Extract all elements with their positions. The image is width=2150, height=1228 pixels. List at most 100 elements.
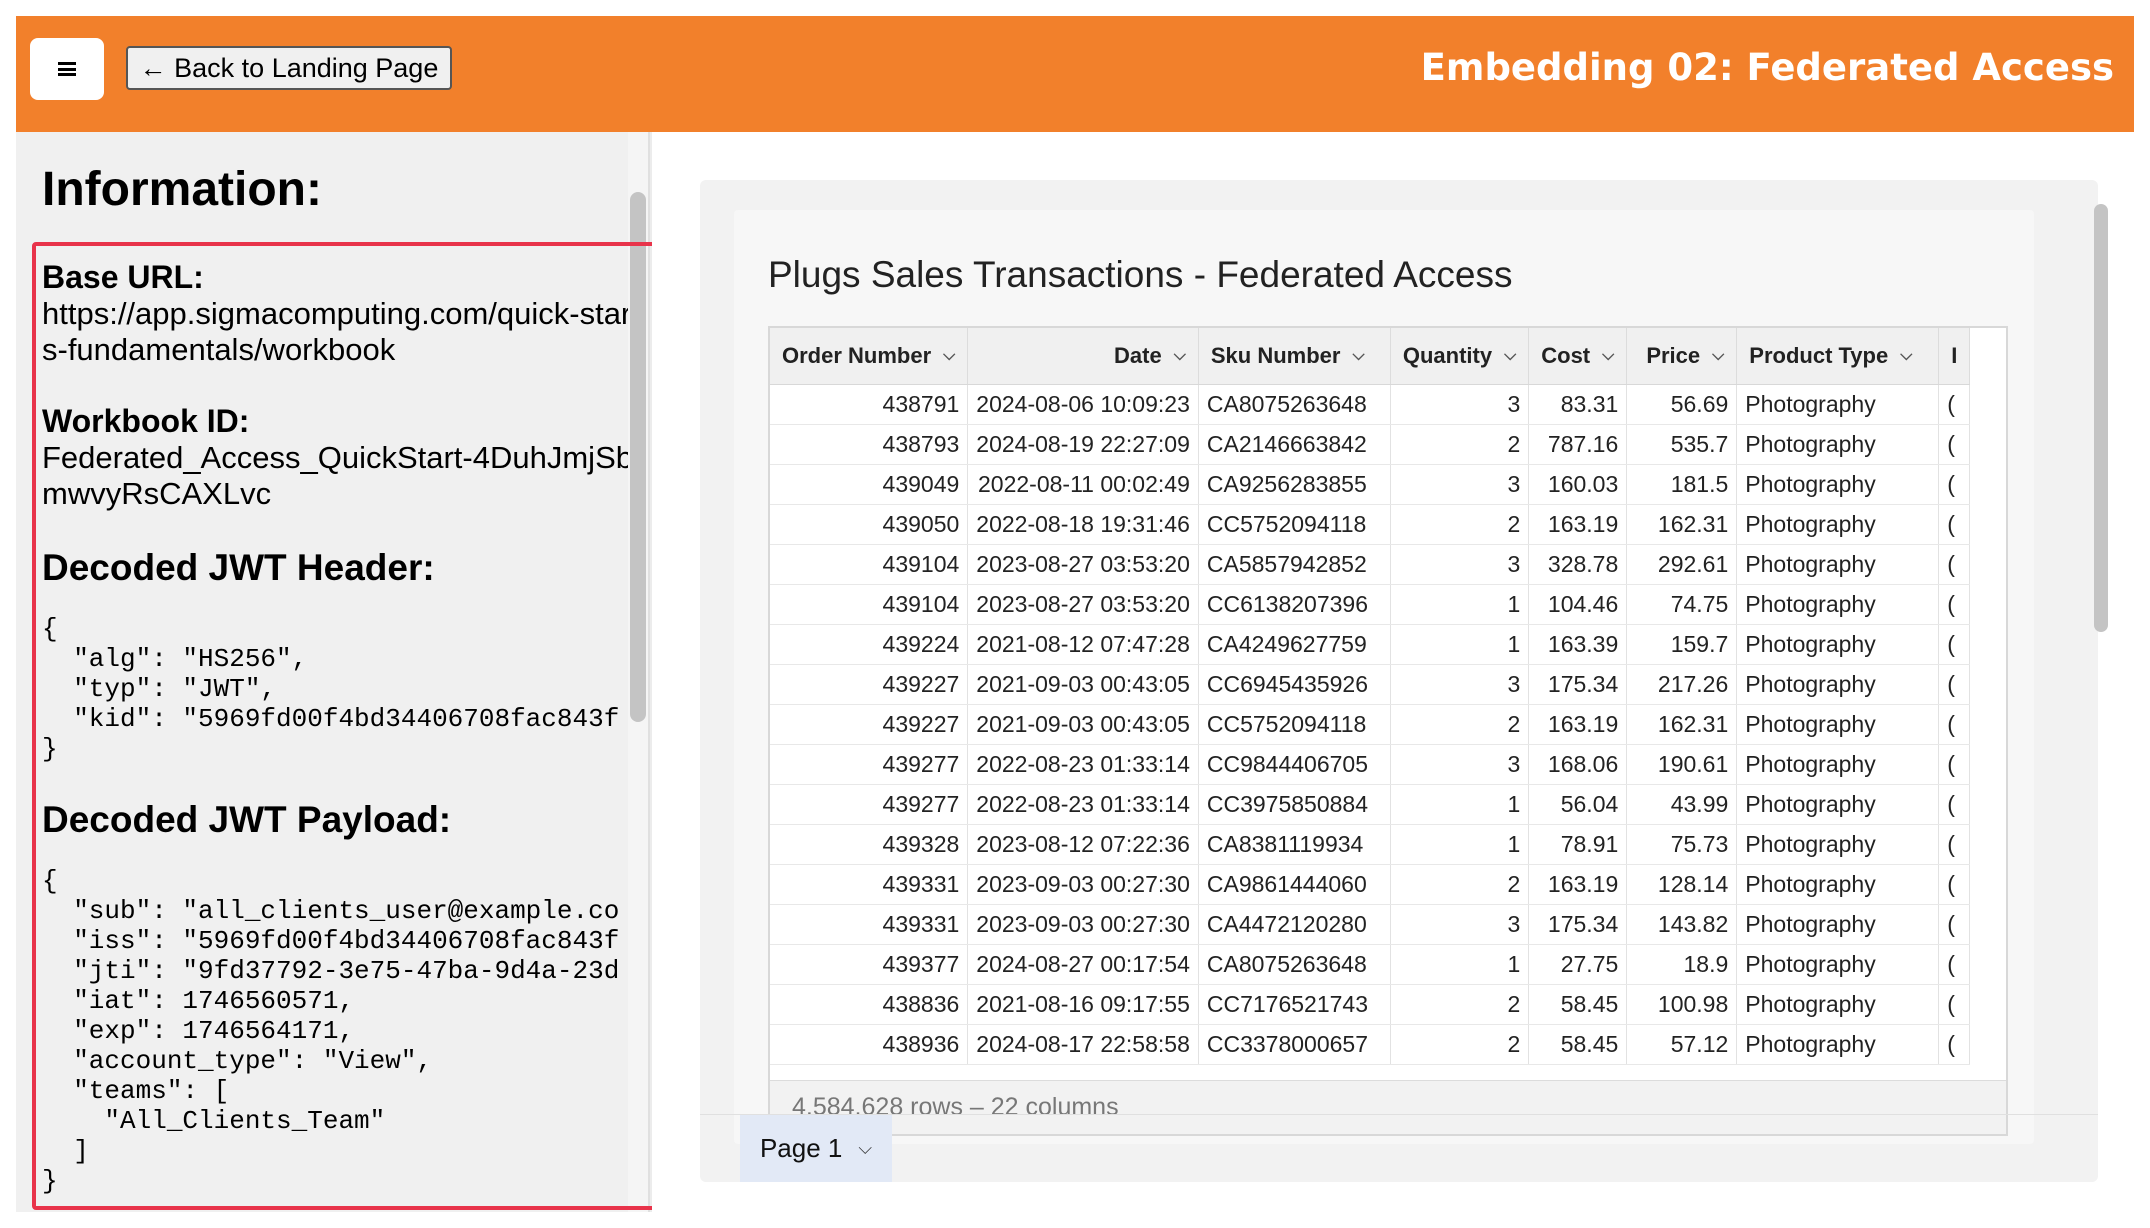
table-row[interactable]: 439104 2023-08-27 03:53:20 CC6138207396 1 10…: [770, 584, 1971, 625]
cell-date[interactable]: 2022-08-23 01:33:14: [967, 784, 1199, 825]
cell-price[interactable]: 18.9: [1626, 944, 1738, 985]
cell-product-type[interactable]: Photography: [1736, 1024, 1940, 1065]
cell-date[interactable]: 2022-08-11 00:02:49: [967, 464, 1199, 505]
table-row[interactable]: 439227 2021-09-03 00:43:05 CC5752094118 2 16…: [770, 704, 1971, 745]
cell-truncated[interactable]: (: [1938, 424, 1971, 465]
column-header-date[interactable]: Date ⌵: [967, 328, 1199, 385]
cell-order-number[interactable]: 438936: [770, 1024, 969, 1065]
cell-quantity[interactable]: 2: [1390, 424, 1530, 465]
column-header-product-type[interactable]: Product Type ⌵: [1736, 328, 1940, 385]
cell-product-type[interactable]: Photography: [1736, 984, 1940, 1025]
cell-product-type[interactable]: Photography: [1736, 784, 1940, 825]
cell-sku-number[interactable]: CC6138207396: [1198, 584, 1391, 625]
table-row[interactable]: 439104 2023-08-27 03:53:20 CA5857942852 3 32…: [770, 544, 1971, 585]
cell-truncated[interactable]: (: [1938, 944, 1971, 985]
cell-cost[interactable]: 78.91: [1528, 824, 1628, 865]
cell-quantity[interactable]: 3: [1390, 664, 1530, 705]
cell-price[interactable]: 162.31: [1626, 504, 1738, 545]
chevron-down-icon[interactable]: ⌵: [1712, 347, 1724, 365]
table-row[interactable]: 438936 2024-08-17 22:58:58 CC3378000657 2 58…: [770, 1024, 1971, 1065]
cell-cost[interactable]: 27.75: [1528, 944, 1628, 985]
cell-quantity[interactable]: 2: [1390, 1024, 1530, 1065]
main-scrollbar-thumb[interactable]: [2094, 204, 2108, 632]
cell-order-number[interactable]: 439277: [770, 784, 969, 825]
cell-date[interactable]: 2021-08-16 09:17:55: [967, 984, 1199, 1025]
page-tab-page-1[interactable]: Page 1 ⌵: [740, 1115, 892, 1182]
cell-order-number[interactable]: 439224: [770, 624, 969, 665]
cell-date[interactable]: 2023-09-03 00:27:30: [967, 864, 1199, 905]
cell-order-number[interactable]: 439104: [770, 584, 969, 625]
cell-date[interactable]: 2023-08-27 03:53:20: [967, 544, 1199, 585]
cell-cost[interactable]: 56.04: [1528, 784, 1628, 825]
table-row[interactable]: 439277 2022-08-23 01:33:14 CC9844406705 3 16…: [770, 744, 1971, 785]
chevron-down-icon[interactable]: ⌵: [858, 1138, 872, 1159]
cell-price[interactable]: 43.99: [1626, 784, 1738, 825]
cell-cost[interactable]: 58.45: [1528, 1024, 1628, 1065]
cell-product-type[interactable]: Photography: [1736, 584, 1940, 625]
cell-product-type[interactable]: Photography: [1736, 464, 1940, 505]
cell-quantity[interactable]: 2: [1390, 704, 1530, 745]
cell-cost[interactable]: 163.39: [1528, 624, 1628, 665]
table-row[interactable]: 439049 2022-08-11 00:02:49 CA9256283855 3 16…: [770, 464, 1971, 505]
cell-product-type[interactable]: Photography: [1736, 904, 1940, 945]
cell-quantity[interactable]: 2: [1390, 504, 1530, 545]
cell-truncated[interactable]: (: [1938, 744, 1971, 785]
column-header-truncated[interactable]: I: [1938, 328, 1971, 385]
cell-product-type[interactable]: Photography: [1736, 424, 1940, 465]
chevron-down-icon[interactable]: ⌵: [1174, 347, 1186, 365]
cell-order-number[interactable]: 439328: [770, 824, 969, 865]
cell-quantity[interactable]: 1: [1390, 944, 1530, 985]
cell-cost[interactable]: 163.19: [1528, 704, 1628, 745]
cell-quantity[interactable]: 1: [1390, 624, 1530, 665]
cell-sku-number[interactable]: CA9256283855: [1198, 464, 1391, 505]
cell-cost[interactable]: 163.19: [1528, 864, 1628, 905]
cell-order-number[interactable]: 438791: [770, 384, 969, 425]
cell-price[interactable]: 74.75: [1626, 584, 1738, 625]
cell-sku-number[interactable]: CA8075263648: [1198, 944, 1391, 985]
cell-price[interactable]: 143.82: [1626, 904, 1738, 945]
cell-sku-number[interactable]: CC3378000657: [1198, 1024, 1391, 1065]
cell-order-number[interactable]: 438793: [770, 424, 969, 465]
table-row[interactable]: 439328 2023-08-12 07:22:36 CA8381119934 1 78…: [770, 824, 1971, 865]
cell-date[interactable]: 2024-08-17 22:58:58: [967, 1024, 1199, 1065]
cell-date[interactable]: 2022-08-18 19:31:46: [967, 504, 1199, 545]
cell-sku-number[interactable]: CC3975850884: [1198, 784, 1391, 825]
cell-date[interactable]: 2023-08-27 03:53:20: [967, 584, 1199, 625]
table-row[interactable]: 439227 2021-09-03 00:43:05 CC6945435926 3 17…: [770, 664, 1971, 705]
column-header-price[interactable]: Price ⌵: [1626, 328, 1738, 385]
cell-truncated[interactable]: (: [1938, 464, 1971, 505]
table-row[interactable]: 439224 2021-08-12 07:47:28 CA4249627759 1 16…: [770, 624, 1971, 665]
cell-date[interactable]: 2024-08-19 22:27:09: [967, 424, 1199, 465]
chevron-down-icon[interactable]: ⌵: [1352, 347, 1364, 365]
cell-cost[interactable]: 160.03: [1528, 464, 1628, 505]
cell-product-type[interactable]: Photography: [1736, 624, 1940, 665]
cell-price[interactable]: 128.14: [1626, 864, 1738, 905]
cell-cost[interactable]: 175.34: [1528, 664, 1628, 705]
cell-quantity[interactable]: 1: [1390, 824, 1530, 865]
back-to-landing-button[interactable]: ← Back to Landing Page: [126, 46, 452, 90]
cell-truncated[interactable]: (: [1938, 824, 1971, 865]
cell-price[interactable]: 56.69: [1626, 384, 1738, 425]
cell-quantity[interactable]: 1: [1390, 784, 1530, 825]
cell-truncated[interactable]: (: [1938, 904, 1971, 945]
cell-price[interactable]: 217.26: [1626, 664, 1738, 705]
cell-quantity[interactable]: 3: [1390, 744, 1530, 785]
column-header-order-number[interactable]: Order Number ⌵: [770, 328, 969, 385]
cell-sku-number[interactable]: CC5752094118: [1198, 704, 1391, 745]
cell-product-type[interactable]: Photography: [1736, 824, 1940, 865]
cell-cost[interactable]: 328.78: [1528, 544, 1628, 585]
cell-date[interactable]: 2021-08-12 07:47:28: [967, 624, 1199, 665]
cell-sku-number[interactable]: CC5752094118: [1198, 504, 1391, 545]
cell-price[interactable]: 75.73: [1626, 824, 1738, 865]
cell-order-number[interactable]: 438836: [770, 984, 969, 1025]
table-row[interactable]: 439277 2022-08-23 01:33:14 CC3975850884 1 56…: [770, 784, 1971, 825]
table-row[interactable]: 439050 2022-08-18 19:31:46 CC5752094118 2 16…: [770, 504, 1971, 545]
cell-cost[interactable]: 163.19: [1528, 504, 1628, 545]
cell-sku-number[interactable]: CA5857942852: [1198, 544, 1391, 585]
cell-truncated[interactable]: (: [1938, 384, 1971, 425]
cell-order-number[interactable]: 439049: [770, 464, 969, 505]
cell-sku-number[interactable]: CA4472120280: [1198, 904, 1391, 945]
chevron-down-icon[interactable]: ⌵: [943, 347, 955, 365]
cell-order-number[interactable]: 439227: [770, 664, 969, 705]
cell-price[interactable]: 535.7: [1626, 424, 1738, 465]
